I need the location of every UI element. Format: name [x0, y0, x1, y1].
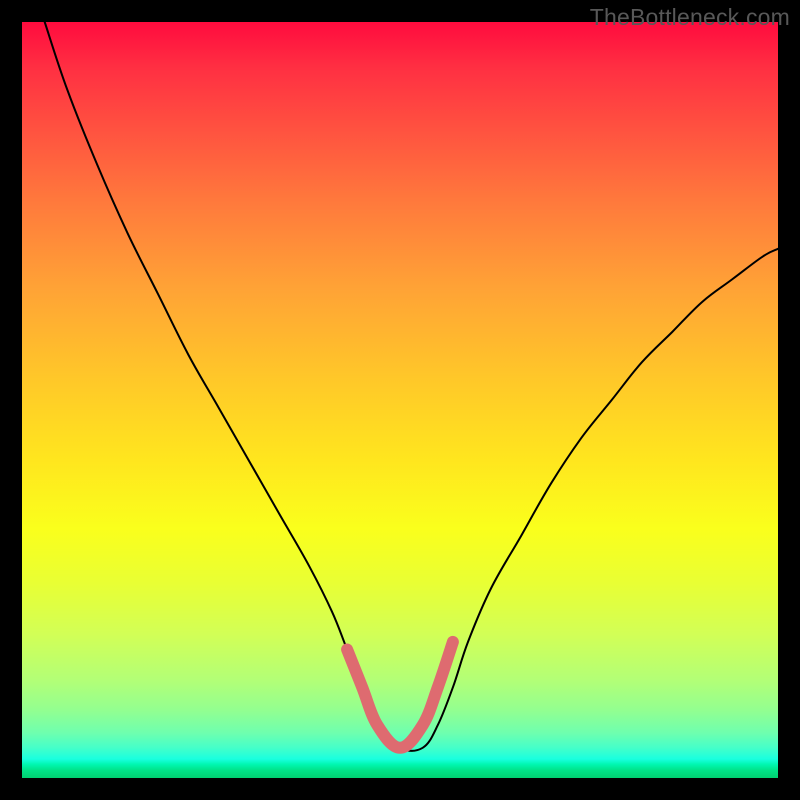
curve-overlay — [22, 22, 778, 778]
chart-frame: TheBottleneck.com — [0, 0, 800, 800]
watermark-text: TheBottleneck.com — [590, 4, 790, 31]
plot-area — [22, 22, 778, 778]
black-curve — [45, 22, 778, 751]
pink-highlight — [347, 642, 453, 748]
